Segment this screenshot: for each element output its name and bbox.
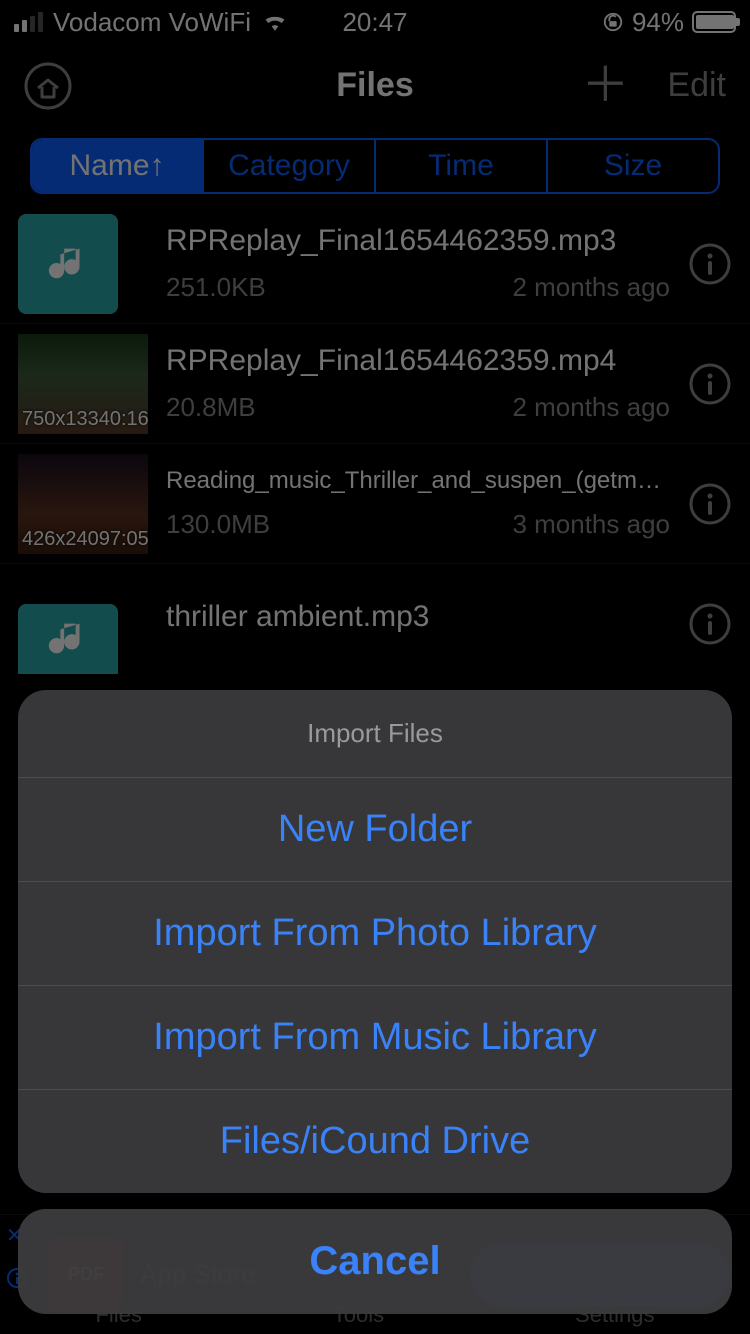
sheet-cancel[interactable]: Cancel <box>18 1209 732 1314</box>
sheet-import-music[interactable]: Import From Music Library <box>18 986 732 1090</box>
action-sheet: Import Files New Folder Import From Phot… <box>18 690 732 1314</box>
sheet-import-photo[interactable]: Import From Photo Library <box>18 882 732 986</box>
sheet-new-folder[interactable]: New Folder <box>18 778 732 882</box>
sheet-title: Import Files <box>18 690 732 778</box>
sheet-files-icloud[interactable]: Files/iCound Drive <box>18 1090 732 1193</box>
